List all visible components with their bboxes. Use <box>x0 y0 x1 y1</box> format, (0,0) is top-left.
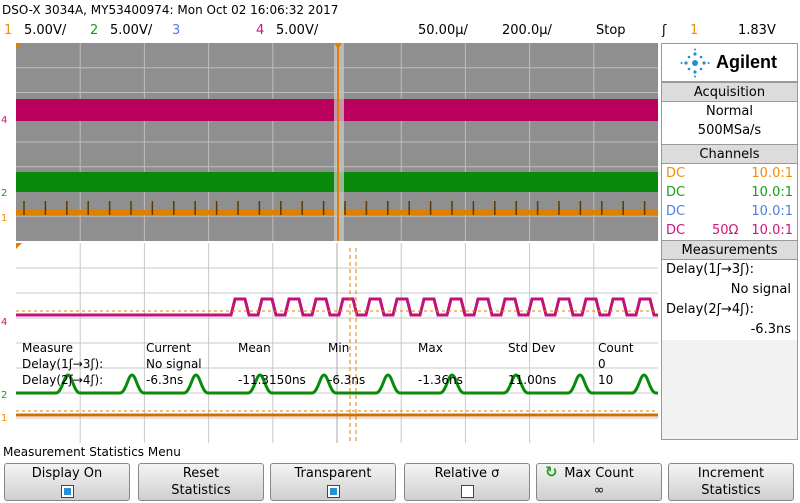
acquisition-mode: Normal <box>662 102 797 121</box>
ch1-scale[interactable]: 5.00V/ <box>24 20 66 42</box>
stats-row2-std: 11.00ns <box>508 373 557 387</box>
ch2-scale[interactable]: 5.00V/ <box>110 20 152 42</box>
ch4-number[interactable]: 4 <box>256 20 264 42</box>
ch4-scale[interactable]: 5.00V/ <box>276 20 318 42</box>
channel-impedance: 50Ω <box>712 223 739 238</box>
trigger-source[interactable]: 1 <box>690 20 698 42</box>
stats-row2-mean: -11.3150ns <box>238 373 306 387</box>
status-bar: 1 5.00V/ 2 5.00V/ 3 4 5.00V/ 50.00µ/ 200… <box>0 20 800 42</box>
ch2-number[interactable]: 2 <box>90 20 98 42</box>
softkey-4[interactable]: Relative σ <box>404 463 530 501</box>
ch1-marker-overview[interactable]: 1 <box>1 213 7 224</box>
channel-coupling: DC <box>666 166 686 181</box>
stats-row2-min: -6.3ns <box>328 373 366 387</box>
time-scale[interactable]: 200.0µ/ <box>502 20 552 42</box>
measurements-title: Measurements <box>662 240 797 260</box>
softkey-label: Relative σ <box>434 466 500 481</box>
channel-row-2[interactable]: DC 10.0:1 <box>662 183 797 202</box>
run-state[interactable]: Stop <box>596 20 626 42</box>
channel-coupling: DC <box>666 223 686 238</box>
channel-coupling: DC <box>666 204 686 219</box>
ch2-marker-overview[interactable]: 2 <box>1 188 7 199</box>
waveform-display[interactable]: Measure Current Mean Min Max Std Dev Cou… <box>16 43 658 443</box>
stats-header-min: Min <box>328 341 350 355</box>
ch2-marker-zoom[interactable]: 2 <box>1 390 7 401</box>
ch1-number[interactable]: 1 <box>4 20 12 42</box>
rotate-knob-icon: ↻ <box>545 463 558 481</box>
spark-logo-icon <box>680 48 710 78</box>
acquisition-rate: 500MSa/s <box>662 121 797 144</box>
ch4-marker-zoom[interactable]: 4 <box>1 317 7 328</box>
stats-row2-count: 10 <box>598 373 614 387</box>
softkey-sublabel: Statistics <box>171 483 231 498</box>
channel-probe-ratio: 10.0:1 <box>751 204 793 219</box>
stats-row2-name: Delay(2ʃ→4ʃ): <box>22 373 104 387</box>
softkey-checkbox[interactable] <box>460 485 474 498</box>
statistics-table: Measure Current Mean Min Max Std Dev Cou… <box>22 340 652 396</box>
softkey-label: Display On <box>31 466 103 481</box>
stats-row2-max: -1.36ns <box>418 373 463 387</box>
stats-row1-name: Delay(1ʃ→3ʃ): <box>22 357 104 371</box>
softkey-sublabel: Statistics <box>701 483 761 498</box>
stats-row2-current: -6.3ns <box>146 373 184 387</box>
measurement-2-label: Delay(2ʃ→4ʃ): <box>662 300 797 320</box>
time-delay[interactable]: 50.00µ/ <box>418 20 468 42</box>
window-title: DSO-X 3034A, MY53400974: Mon Oct 02 16:0… <box>0 0 800 20</box>
measurement-1-value: No signal <box>662 280 797 300</box>
softkey-1[interactable]: Display On <box>4 463 130 501</box>
info-sidebar: Agilent Acquisition Normal 500MSa/s Chan… <box>661 43 798 440</box>
stats-header-max: Max <box>418 341 443 355</box>
channels-list: DC 10.0:1 DC 10.0:1 DC 10.0:1 DC 50Ω 10.0:1 <box>662 164 797 240</box>
trigger-edge-icon: ʃ <box>662 23 667 38</box>
softkey-5[interactable]: Max Count ∞ ↻ <box>536 463 662 501</box>
channel-coupling: DC <box>666 185 686 200</box>
ch4-marker-overview[interactable]: 4 <box>1 115 7 126</box>
softkey-checkbox[interactable] <box>326 485 340 498</box>
stats-header-measure: Measure <box>22 341 73 355</box>
channels-title: Channels <box>662 144 797 164</box>
softkey-2[interactable]: Reset Statistics <box>138 463 264 501</box>
softkey-label: Transparent <box>294 466 372 481</box>
measurement-1-label: Delay(1ʃ→3ʃ): <box>662 260 797 280</box>
channel-row-4[interactable]: DC 50Ω 10.0:1 <box>662 221 797 240</box>
channel-probe-ratio: 10.0:1 <box>751 223 793 238</box>
ch3-number[interactable]: 3 <box>172 20 180 42</box>
channel-probe-ratio: 10.0:1 <box>751 166 793 181</box>
brand-logo: Agilent <box>662 44 797 82</box>
softkey-sublabel: ∞ <box>593 483 605 498</box>
softkey-checkbox[interactable] <box>60 485 74 498</box>
stats-header-current: Current <box>146 341 192 355</box>
channel-row-1[interactable]: DC 10.0:1 <box>662 164 797 183</box>
stats-row1-count: 0 <box>598 357 606 371</box>
softkey-bar: Display On Reset Statistics Transparent Rela… <box>0 461 800 503</box>
softkey-label: Increment <box>697 466 765 481</box>
stats-header-count: Count <box>598 341 634 355</box>
softkey-label: Reset <box>182 466 220 481</box>
measurement-2-value: -6.3ns <box>662 320 797 340</box>
stats-header-std: Std Dev <box>508 341 556 355</box>
softkey-6[interactable]: Increment Statistics <box>668 463 794 501</box>
softkey-3[interactable]: Transparent <box>270 463 396 501</box>
menu-title: Measurement Statistics Menu <box>0 443 800 461</box>
channel-probe-ratio: 10.0:1 <box>751 185 793 200</box>
stats-header-mean: Mean <box>238 341 271 355</box>
channel-markers: 4 2 1 4 2 1 <box>1 115 7 424</box>
ch1-marker-zoom[interactable]: 1 <box>1 413 7 424</box>
channel-row-3[interactable]: DC 10.0:1 <box>662 202 797 221</box>
acquisition-title: Acquisition <box>662 82 797 102</box>
trigger-level[interactable]: 1.83V <box>738 20 776 42</box>
stats-row1-current: No signal <box>146 357 202 371</box>
brand-name: Agilent <box>716 52 777 72</box>
